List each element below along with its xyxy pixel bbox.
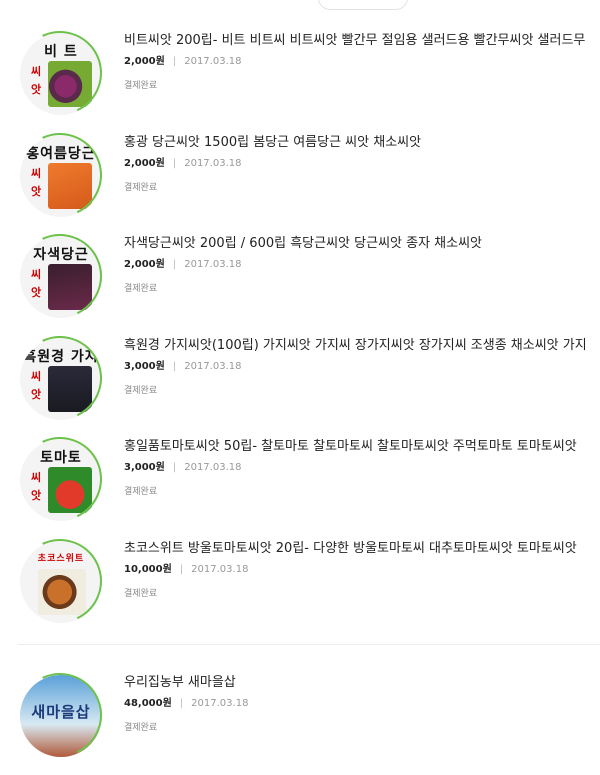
order-price: 3,000원 — [124, 462, 165, 473]
order-info: 흑원경 가지씨앗(100립) 가지씨앗 가지씨 장가지씨앗 장가지씨 조생종 채… — [124, 338, 590, 396]
order-status: 결제완료 — [124, 183, 158, 193]
order-item[interactable]: 비 트 씨 앗 비트씨앗 200립- 비트 비트씨 비트씨앗 빨간무 절임용 샐… — [0, 19, 600, 133]
order-item[interactable]: 초코스위트 초코스위트 방울토마토씨앗 20립- 다양한 방울토마토씨 대추토마… — [0, 527, 600, 641]
order-item[interactable]: 자색당근 씨 앗 자색당근씨앗 200립 / 600립 흑당근씨앗 당근씨앗 종… — [0, 222, 600, 336]
order-date: 2017.03.18 — [191, 564, 249, 575]
order-info: 자색당근씨앗 200립 / 600립 흑당근씨앗 당근씨앗 종자 채소씨앗 2,… — [124, 236, 590, 294]
order-status: 결제완료 — [124, 723, 158, 733]
meta-separator: | — [172, 56, 177, 67]
order-date: 2017.03.18 — [184, 56, 242, 67]
order-info: 초코스위트 방울토마토씨앗 20립- 다양한 방울토마토씨 대추토마토씨앗 토마… — [124, 541, 590, 599]
order-date: 2017.03.18 — [184, 361, 242, 372]
meta-separator: | — [172, 462, 177, 473]
order-status: 결제완료 — [124, 284, 158, 294]
order-status: 결제완료 — [124, 589, 158, 599]
order-status: 결제완료 — [124, 81, 158, 91]
product-title[interactable]: 자색당근씨앗 200립 / 600립 흑당근씨앗 당근씨앗 종자 채소씨앗 — [124, 235, 590, 253]
meta-separator: | — [179, 698, 184, 709]
section-divider — [18, 644, 600, 645]
product-title[interactable]: 홍광 당근씨앗 1500립 봄당근 여름당근 씨앗 채소씨앗 — [124, 134, 590, 152]
thumbnail-ring — [6, 121, 114, 229]
order-date: 2017.03.18 — [184, 462, 242, 473]
order-info: 우리집농부 새마을삽 48,000원 | 2017.03.18 결제완료 — [124, 675, 590, 733]
meta-separator: | — [172, 158, 177, 169]
thumbnail-ring — [6, 19, 114, 127]
product-title[interactable]: 비트씨앗 200립- 비트 비트씨 비트씨앗 빨간무 절임용 샐러드용 빨간무씨… — [124, 32, 590, 50]
product-title[interactable]: 홍일품토마토씨앗 50립- 찰토마토 찰토마토씨 찰토마토씨앗 주먹토마토 토마… — [124, 438, 590, 456]
order-date: 2017.03.18 — [191, 698, 249, 709]
thumbnail-ring — [6, 661, 114, 769]
order-meta: 2,000원 | 2017.03.18 — [124, 157, 590, 171]
meta-separator: | — [172, 259, 177, 270]
order-date: 2017.03.18 — [184, 158, 242, 169]
product-title[interactable]: 흑원경 가지씨앗(100립) 가지씨앗 가지씨 장가지씨앗 장가지씨 조생종 채… — [124, 337, 590, 355]
order-meta: 48,000원 | 2017.03.18 — [124, 697, 590, 711]
order-meta: 2,000원 | 2017.03.18 — [124, 258, 590, 272]
order-price: 10,000원 — [124, 564, 172, 575]
product-title[interactable]: 우리집농부 새마을삽 — [124, 674, 590, 692]
thumbnail-ring — [6, 222, 114, 330]
thumbnail-ring — [6, 324, 114, 432]
order-info: 홍광 당근씨앗 1500립 봄당근 여름당근 씨앗 채소씨앗 2,000원 | 20… — [124, 135, 590, 193]
order-status: 결제완료 — [124, 386, 158, 396]
order-item[interactable]: 흑원경 가지 씨 앗 흑원경 가지씨앗(100립) 가지씨앗 가지씨 장가지씨앗… — [0, 324, 600, 438]
product-title[interactable]: 초코스위트 방울토마토씨앗 20립- 다양한 방울토마토씨 대추토마토씨앗 토마… — [124, 540, 590, 558]
order-price: 2,000원 — [124, 158, 165, 169]
order-meta: 3,000원 | 2017.03.18 — [124, 461, 590, 475]
top-tab-pill[interactable] — [318, 0, 408, 10]
order-item[interactable]: 새마을삽 우리집농부 새마을삽 48,000원 | 2017.03.18 결제완료 — [0, 661, 600, 775]
meta-separator: | — [179, 564, 184, 575]
order-price: 3,000원 — [124, 361, 165, 372]
meta-separator: | — [172, 361, 177, 372]
order-item[interactable]: 홍여름당근 씨 앗 홍광 당근씨앗 1500립 봄당근 여름당근 씨앗 채소씨앗… — [0, 121, 600, 235]
order-price: 48,000원 — [124, 698, 172, 709]
thumbnail-ring — [6, 527, 114, 635]
order-meta: 3,000원 | 2017.03.18 — [124, 360, 590, 374]
order-info: 홍일품토마토씨앗 50립- 찰토마토 찰토마토씨 찰토마토씨앗 주먹토마토 토마… — [124, 439, 590, 497]
order-item[interactable]: 토마토 씨 앗 홍일품토마토씨앗 50립- 찰토마토 찰토마토씨 찰토마토씨앗 … — [0, 425, 600, 539]
order-meta: 10,000원 | 2017.03.18 — [124, 563, 590, 577]
thumbnail-ring — [6, 425, 114, 533]
order-price: 2,000원 — [124, 56, 165, 67]
order-info: 비트씨앗 200립- 비트 비트씨 비트씨앗 빨간무 절임용 샐러드용 빨간무씨… — [124, 33, 590, 91]
order-price: 2,000원 — [124, 259, 165, 270]
order-status: 결제완료 — [124, 487, 158, 497]
order-date: 2017.03.18 — [184, 259, 242, 270]
order-meta: 2,000원 | 2017.03.18 — [124, 55, 590, 69]
